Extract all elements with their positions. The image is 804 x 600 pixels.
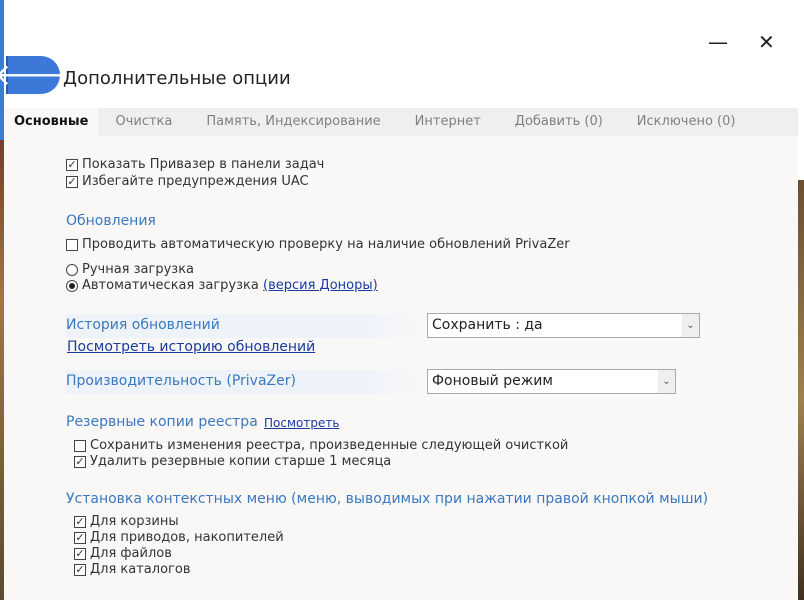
- context-drives-checkbox[interactable]: ✓ Для приводов, накопителей: [74, 530, 284, 545]
- chevron-down-icon: ⌄: [682, 314, 699, 337]
- tab-cleanup[interactable]: Очистка: [98, 108, 189, 136]
- checkmark-icon: ✓: [74, 530, 86, 544]
- auto-check-checkbox[interactable]: Проводить автоматическую проверку на нал…: [66, 237, 570, 252]
- label: Для каталогов: [90, 562, 191, 577]
- manual-download-radio[interactable]: Ручная загрузка: [66, 262, 194, 277]
- history-label: История обновлений: [66, 317, 220, 333]
- tab-bar: Основные Очистка Память, Индексирование …: [4, 108, 798, 136]
- tab-excluded[interactable]: Исключено (0): [620, 108, 753, 136]
- select-value: Фоновый режим: [432, 373, 553, 389]
- radio-circle: [66, 279, 78, 292]
- registry-heading: Резервные копии реестра: [66, 414, 258, 430]
- label: Для корзины: [90, 514, 179, 529]
- donor-version-link[interactable]: (версия Доноры): [263, 278, 378, 293]
- checkbox-box: [66, 238, 78, 251]
- updates-heading: Обновления: [66, 213, 156, 229]
- checkmark-icon: ✓: [74, 514, 86, 528]
- context-menu-heading: Установка контекстных меню (меню, выводи…: [66, 491, 709, 507]
- registry-view-link[interactable]: Посмотреть: [264, 416, 339, 430]
- minimize-button[interactable]: —: [708, 30, 728, 54]
- label: Ручная загрузка: [82, 262, 195, 277]
- label: Автоматическая загрузка: [82, 278, 259, 293]
- radio-circle: [66, 263, 78, 276]
- save-registry-checkbox[interactable]: Сохранить изменения реестра, произведенн…: [74, 438, 568, 453]
- desktop-background: [798, 0, 804, 600]
- tab-general[interactable]: Основные: [4, 108, 99, 136]
- back-button[interactable]: 🡐: [0, 56, 74, 94]
- options-window: — ✕ 🡐 Дополнительные опции Основные Очис…: [0, 0, 798, 600]
- delete-old-backups-checkbox[interactable]: ✓ Удалить резервные копии старше 1 месяца: [74, 454, 391, 469]
- chevron-down-icon: ⌄: [658, 370, 675, 393]
- label: Сохранить изменения реестра, произведенн…: [90, 438, 569, 453]
- general-panel: ✓ Показать Привазер в панели задач ✓ Избег…: [4, 136, 798, 600]
- view-history-link[interactable]: Посмотреть историю обновлений: [67, 339, 315, 355]
- tab-memory-indexing[interactable]: Память, Индексирование: [189, 108, 397, 136]
- performance-label: Производительность (PrivaZer): [66, 373, 296, 389]
- history-select[interactable]: Сохранить : да ⌄: [427, 313, 700, 338]
- close-button[interactable]: ✕: [758, 30, 775, 54]
- context-folders-checkbox[interactable]: ✓ Для каталогов: [74, 562, 190, 577]
- automatic-download-radio[interactable]: Автоматическая загрузка (версия Доноры): [66, 278, 378, 293]
- label: Избегайте предупреждения UAC: [82, 174, 309, 189]
- label: Показать Привазер в панели задач: [82, 157, 325, 172]
- context-recycle-bin-checkbox[interactable]: ✓ Для корзины: [74, 514, 179, 529]
- tab-add[interactable]: Добавить (0): [498, 108, 620, 136]
- checkbox-box: [74, 439, 86, 452]
- label: Для файлов: [90, 546, 172, 561]
- label: Проводить автоматическую проверку на нал…: [82, 237, 570, 252]
- show-taskbar-checkbox[interactable]: ✓ Показать Привазер в панели задач: [66, 157, 324, 172]
- performance-select[interactable]: Фоновый режим ⌄: [427, 369, 676, 394]
- checkmark-icon: ✓: [74, 562, 86, 576]
- avoid-uac-checkbox[interactable]: ✓ Избегайте предупреждения UAC: [66, 174, 309, 189]
- label: Для приводов, накопителей: [90, 530, 284, 545]
- checkmark-icon: ✓: [74, 454, 86, 468]
- select-value: Сохранить : да: [432, 317, 543, 333]
- checkmark-icon: ✓: [66, 157, 78, 171]
- page-title: Дополнительные опции: [63, 68, 291, 89]
- checkmark-icon: ✓: [66, 174, 78, 188]
- label: Удалить резервные копии старше 1 месяца: [90, 454, 392, 469]
- checkmark-icon: ✓: [74, 546, 86, 560]
- context-files-checkbox[interactable]: ✓ Для файлов: [74, 546, 172, 561]
- tab-internet[interactable]: Интернет: [398, 108, 498, 136]
